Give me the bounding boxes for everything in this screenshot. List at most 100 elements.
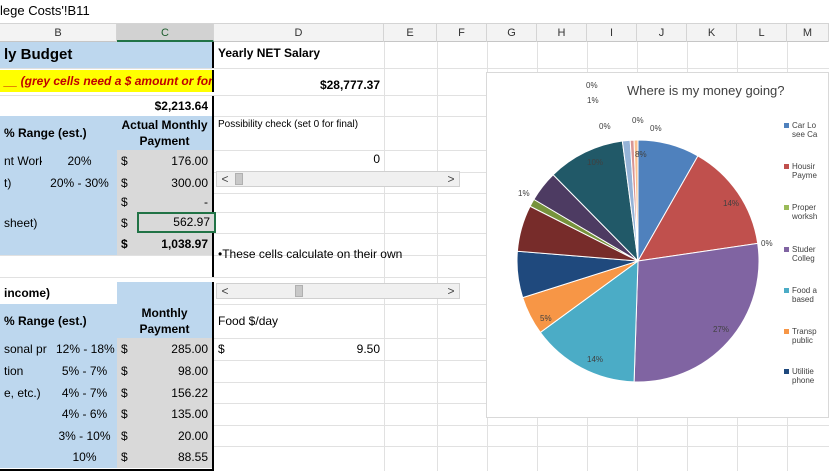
legend-line2: based bbox=[792, 295, 814, 304]
legend-swatch bbox=[784, 369, 789, 375]
column-header-h[interactable]: H bbox=[537, 24, 587, 42]
currency-symbol: $ bbox=[117, 446, 137, 468]
row-label[interactable] bbox=[0, 193, 117, 212]
pie-data-label: 0% bbox=[632, 116, 644, 125]
row-range[interactable]: 12% - 18% bbox=[52, 338, 117, 360]
currency-symbol: $ bbox=[117, 212, 137, 233]
row-amount-selected[interactable]: 562.97 bbox=[137, 212, 216, 233]
section2-title-fill bbox=[117, 282, 214, 304]
legend-line2: worksh bbox=[792, 212, 818, 221]
legend-line2: Payme bbox=[792, 171, 817, 180]
legend-swatch bbox=[784, 205, 789, 211]
column-header-i[interactable]: I bbox=[587, 24, 637, 42]
column-header-k[interactable]: K bbox=[687, 24, 737, 42]
salary-value[interactable]: $28,777.37 bbox=[214, 74, 384, 96]
row-label[interactable]: sonal pr bbox=[0, 338, 52, 360]
legend-line1: Car Lo bbox=[792, 121, 817, 130]
legend-line1: Housir bbox=[792, 162, 816, 171]
legend-item-housing[interactable]: Housir Payme bbox=[784, 162, 817, 180]
row-range[interactable]: 20% - 30% bbox=[42, 172, 117, 193]
row-range[interactable]: 10% bbox=[52, 446, 117, 468]
pie-data-label: 14% bbox=[587, 355, 604, 364]
cell-reference: lege Costs'!B11 bbox=[0, 3, 90, 18]
legend-item-student[interactable]: Studer Colleg bbox=[784, 245, 816, 263]
row-amount[interactable]: 176.00 bbox=[137, 150, 214, 172]
food-value[interactable]: 9.50 bbox=[244, 338, 384, 360]
column-header-l[interactable]: L bbox=[737, 24, 787, 42]
row-amount[interactable]: 20.00 bbox=[137, 425, 214, 446]
total-amount[interactable]: 1,038.97 bbox=[137, 233, 214, 255]
payment-header: Monthly Payment bbox=[117, 304, 214, 338]
row-range[interactable]: 3% - 10% bbox=[52, 425, 117, 446]
legend-line2: phone bbox=[792, 376, 815, 385]
formula-bar[interactable]: lege Costs'!B11 bbox=[0, 0, 829, 24]
currency-symbol: $ bbox=[117, 193, 137, 212]
row-label[interactable] bbox=[0, 425, 52, 446]
top-total-cell[interactable]: $2,213.64 bbox=[117, 96, 214, 116]
column-header-j[interactable]: J bbox=[637, 24, 687, 42]
row-range[interactable]: 5% - 7% bbox=[52, 360, 117, 382]
pie-data-label: 10% bbox=[587, 158, 604, 167]
row-range[interactable]: 4% - 6% bbox=[52, 403, 117, 425]
row-amount[interactable]: 285.00 bbox=[137, 338, 214, 360]
legend-item-food[interactable]: Food a based bbox=[784, 286, 817, 304]
possibility-scrollbar[interactable]: < > bbox=[216, 171, 460, 187]
range-header: % Range (est.) bbox=[0, 304, 117, 338]
food-currency: $ bbox=[218, 342, 225, 356]
legend-item-car-loan[interactable]: Car Lo see Ca bbox=[784, 121, 817, 139]
row-label[interactable]: t) bbox=[0, 172, 42, 193]
auto-calc-note: •These cells calculate on their own bbox=[218, 247, 403, 261]
food-scrollbar[interactable]: < > bbox=[216, 283, 460, 299]
payment-header-line1: Actual Monthly bbox=[121, 118, 208, 132]
scroll-right-arrow[interactable]: > bbox=[443, 172, 459, 186]
scroll-right-arrow[interactable]: > bbox=[443, 284, 459, 298]
pie-data-label: 8% bbox=[635, 150, 647, 159]
row-amount[interactable]: 135.00 bbox=[137, 403, 214, 425]
scroll-thumb[interactable] bbox=[235, 173, 243, 185]
legend-item-utilities[interactable]: Utilitie phone bbox=[784, 367, 814, 385]
column-header-m[interactable]: M bbox=[787, 24, 829, 42]
column-header-g[interactable]: G bbox=[487, 24, 537, 42]
legend-line1: Transp bbox=[792, 327, 817, 336]
column-header-c[interactable]: C bbox=[117, 24, 214, 42]
row-label[interactable]: e, etc.) bbox=[0, 382, 52, 403]
legend-item-property[interactable]: Proper worksh bbox=[784, 203, 817, 221]
currency-symbol: $ bbox=[117, 233, 137, 255]
legend-line2: see Ca bbox=[792, 130, 818, 139]
column-header-e[interactable]: E bbox=[384, 24, 437, 42]
legend-swatch bbox=[784, 329, 789, 335]
possibility-value[interactable]: 0 bbox=[214, 148, 384, 170]
scroll-thumb[interactable] bbox=[295, 285, 303, 297]
row-amount[interactable]: 156.22 bbox=[137, 382, 214, 403]
legend-line1: Food a bbox=[792, 286, 817, 295]
row-range[interactable]: 20% bbox=[42, 150, 117, 172]
instruction-cell[interactable]: __ (grey cells need a $ amount or forr bbox=[0, 70, 214, 92]
column-header-b[interactable]: B bbox=[0, 24, 117, 42]
column-header-f[interactable]: F bbox=[437, 24, 487, 42]
legend-swatch bbox=[784, 123, 789, 129]
range-header: % Range (est.) bbox=[0, 116, 117, 150]
pie-slice-3[interactable] bbox=[633, 242, 760, 383]
pie-chart[interactable]: Where is my money going? 0% 1% 0% 0% 0% … bbox=[486, 72, 829, 418]
row-range[interactable]: 4% - 7% bbox=[52, 382, 117, 403]
row-amount[interactable]: 88.55 bbox=[137, 446, 214, 468]
food-label: Food $/day bbox=[218, 314, 279, 328]
pie-data-label: 14% bbox=[723, 199, 740, 208]
scroll-left-arrow[interactable]: < bbox=[217, 172, 233, 186]
pie-data-label: 1% bbox=[518, 189, 530, 198]
legend-item-transport[interactable]: Transp public bbox=[784, 327, 817, 345]
row-label[interactable]: tion bbox=[0, 360, 52, 382]
row-label[interactable]: sheet) bbox=[0, 212, 117, 233]
row-label[interactable] bbox=[0, 403, 52, 425]
scroll-left-arrow[interactable]: < bbox=[217, 284, 233, 298]
row-label[interactable] bbox=[0, 446, 52, 468]
budget-title: ly Budget bbox=[0, 42, 214, 68]
row-amount[interactable]: 98.00 bbox=[137, 360, 214, 382]
legend-line2: Colleg bbox=[792, 254, 815, 263]
empty-row[interactable] bbox=[0, 255, 214, 277]
row-amount[interactable]: - bbox=[137, 193, 214, 212]
row-label[interactable]: nt Work bbox=[0, 150, 42, 172]
payment-header: Actual Monthly Payment bbox=[117, 116, 214, 150]
column-header-d[interactable]: D bbox=[214, 24, 384, 42]
row-amount[interactable]: 300.00 bbox=[137, 172, 214, 193]
